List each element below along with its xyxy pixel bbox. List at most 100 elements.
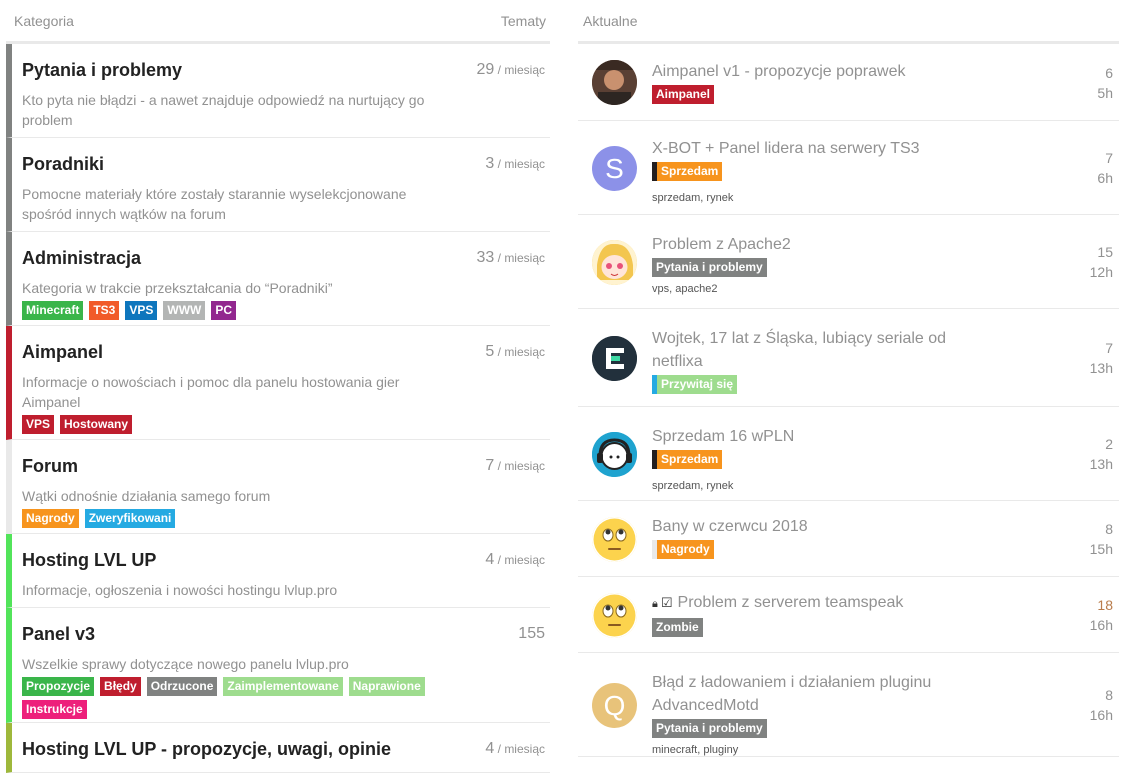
topic-category-label[interactable]: Zombie [652, 618, 703, 637]
user-avatar[interactable] [592, 240, 637, 285]
topic-tag[interactable]: sprzedam [652, 480, 700, 492]
subcategory-badge[interactable]: Zweryfikowani [84, 509, 176, 528]
user-avatar[interactable]: S [592, 146, 637, 191]
subcategory-badge[interactable]: Instrukcje [22, 700, 87, 719]
subcategory-badge[interactable]: WWW [163, 301, 206, 320]
topic-category-badge[interactable]: Sprzedam [652, 162, 723, 181]
reply-count[interactable]: 15 [1090, 242, 1113, 262]
topic-category-label[interactable]: Sprzedam [657, 450, 723, 469]
category-title[interactable]: Poradniki [22, 152, 545, 176]
topic-category-badge[interactable]: Aimpanel [652, 85, 715, 104]
subcategory-badge[interactable]: TS3 [89, 301, 120, 320]
subcategory-badge[interactable]: Naprawione [348, 677, 425, 696]
category-title[interactable]: Hosting LVL UP - propozycje, uwagi, opin… [22, 737, 545, 761]
topic-category-label[interactable]: Aimpanel [652, 85, 715, 104]
subcategory-badge[interactable]: Nagrody [22, 509, 79, 528]
subcategory-badge[interactable]: VPS [125, 301, 158, 320]
category-title[interactable]: Panel v3 [22, 622, 545, 646]
category-row[interactable]: Aimpanel 5 / miesiąc Informacje o nowościa… [6, 326, 550, 440]
topic-category-badge[interactable]: Zombie [652, 618, 703, 637]
category-row[interactable]: Panel v3 155 Wszelkie sprawy dotyczące now… [6, 608, 550, 723]
topic-title[interactable]: Bany w czerwcu 2018 [652, 515, 982, 538]
activity-age[interactable]: 13h [1090, 358, 1113, 378]
topic-category-label[interactable]: Pytania i problemy [652, 719, 767, 738]
reply-count[interactable]: 18 [1090, 595, 1113, 615]
topic-title-text[interactable]: Sprzedam 16 wPLN [652, 428, 794, 445]
category-row[interactable]: Hosting LVL UP - propozycje, uwagi, opin… [6, 723, 550, 773]
user-avatar[interactable]: Q [592, 683, 637, 728]
reply-count[interactable]: 7 [1097, 148, 1113, 168]
user-avatar[interactable] [592, 593, 637, 638]
topic-row[interactable]: Wojtek, 17 lat z Śląska, lubiący seriale… [578, 309, 1119, 407]
topic-title-text[interactable]: Problem z Apache2 [652, 236, 791, 253]
topic-tag[interactable]: apache2 [675, 283, 717, 295]
activity-age[interactable]: 16h [1090, 705, 1113, 725]
topic-tag[interactable]: rynek [706, 480, 733, 492]
topic-title[interactable]: Problem z Apache2 [652, 233, 982, 256]
topic-tag[interactable]: pluginy [703, 744, 738, 756]
category-row[interactable]: Poradniki 3 / miesiąc Pomocne materiały kt… [6, 138, 550, 232]
topic-tag[interactable]: rynek [706, 192, 733, 204]
category-title[interactable]: Aimpanel [22, 340, 545, 364]
topic-row[interactable]: Q Błąd z ładowaniem i działaniem pluginu … [578, 653, 1119, 757]
activity-age[interactable]: 15h [1090, 539, 1113, 559]
category-row[interactable]: Hosting LVL UP 4 / miesiąc Informacje, ogł… [6, 534, 550, 608]
topic-row[interactable]: 🔒︎ ☑ Problem z serverem teamspeak Zombie 18 1… [578, 577, 1119, 653]
activity-age[interactable]: 16h [1090, 615, 1113, 635]
activity-age[interactable]: 13h [1090, 454, 1113, 474]
subcategory-badge[interactable]: Hostowany [60, 415, 133, 434]
activity-age[interactable]: 5h [1097, 83, 1113, 103]
topic-title-text[interactable]: Aimpanel v1 - propozycje poprawek [652, 63, 905, 80]
user-avatar[interactable] [592, 60, 637, 105]
category-row[interactable]: Administracja 33 / miesiąc Kategoria w tra… [6, 232, 550, 326]
topic-title-text[interactable]: Wojtek, 17 lat z Śląska, lubiący seriale… [652, 330, 946, 370]
topic-category-label[interactable]: Nagrody [657, 540, 714, 559]
reply-count[interactable]: 8 [1090, 519, 1113, 539]
topic-category-label[interactable]: Pytania i problemy [652, 258, 767, 277]
category-title[interactable]: Hosting LVL UP [22, 548, 545, 572]
topic-tag[interactable]: sprzedam [652, 192, 700, 204]
reply-count[interactable]: 6 [1097, 63, 1113, 83]
category-row[interactable]: Pytania i problemy 29 / miesiąc Kto pyta n… [6, 44, 550, 138]
subcategory-badge[interactable]: Odrzucone [146, 677, 218, 696]
topic-category-badge[interactable]: Nagrody [652, 540, 714, 559]
topic-row[interactable]: Sprzedam 16 wPLN Sprzedam sprzedam, rynek 2… [578, 407, 1119, 501]
activity-age[interactable]: 12h [1090, 262, 1113, 282]
activity-age[interactable]: 6h [1097, 168, 1113, 188]
user-avatar[interactable] [592, 432, 637, 477]
topic-title[interactable]: Aimpanel v1 - propozycje poprawek [652, 60, 982, 83]
reply-count[interactable]: 7 [1090, 338, 1113, 358]
user-avatar[interactable] [592, 336, 637, 381]
topic-title-text[interactable]: Bany w czerwcu 2018 [652, 518, 808, 535]
topic-row[interactable]: Problem z Apache2 Pytania i problemy vps, … [578, 215, 1119, 309]
subcategory-badge[interactable]: VPS [22, 415, 55, 434]
topic-title-text[interactable]: Problem z serverem teamspeak [678, 594, 904, 611]
topic-category-badge[interactable]: Przywitaj się [652, 375, 738, 394]
category-title[interactable]: Forum [22, 454, 545, 478]
topic-title[interactable]: Sprzedam 16 wPLN [652, 425, 982, 448]
topic-title[interactable]: Błąd z ładowaniem i działaniem pluginu A… [652, 671, 982, 717]
category-title[interactable]: Pytania i problemy [22, 58, 545, 82]
subcategory-badge[interactable]: Propozycje [22, 677, 95, 696]
topic-category-badge[interactable]: Pytania i problemy [652, 258, 767, 277]
topic-tag[interactable]: vps [652, 283, 669, 295]
topic-title[interactable]: Wojtek, 17 lat z Śląska, lubiący seriale… [652, 327, 982, 373]
topic-category-label[interactable]: Przywitaj się [657, 375, 738, 394]
subcategory-badge[interactable]: Minecraft [22, 301, 84, 320]
topic-category-badge[interactable]: Pytania i problemy [652, 719, 767, 738]
category-title[interactable]: Administracja [22, 246, 545, 270]
category-row[interactable]: Forum 7 / miesiąc Wątki odnośnie działania… [6, 440, 550, 534]
topic-title[interactable]: 🔒︎ ☑ Problem z serverem teamspeak [652, 591, 982, 616]
user-avatar[interactable] [592, 517, 637, 562]
reply-count[interactable]: 8 [1090, 685, 1113, 705]
topic-title-text[interactable]: Błąd z ładowaniem i działaniem pluginu A… [652, 674, 931, 714]
subcategory-badge[interactable]: PC [211, 301, 237, 320]
topic-tag[interactable]: minecraft [652, 744, 697, 756]
topic-row[interactable]: Aimpanel v1 - propozycje poprawek Aimpane… [578, 44, 1119, 121]
topic-row[interactable]: S X-BOT + Panel lidera na serwery TS3 Sprz… [578, 121, 1119, 215]
topic-category-label[interactable]: Sprzedam [657, 162, 723, 181]
reply-count[interactable]: 2 [1090, 434, 1113, 454]
subcategory-badge[interactable]: Zaimplementowane [223, 677, 343, 696]
subcategory-badge[interactable]: Błędy [100, 677, 141, 696]
topic-title-text[interactable]: X-BOT + Panel lidera na serwery TS3 [652, 140, 920, 157]
